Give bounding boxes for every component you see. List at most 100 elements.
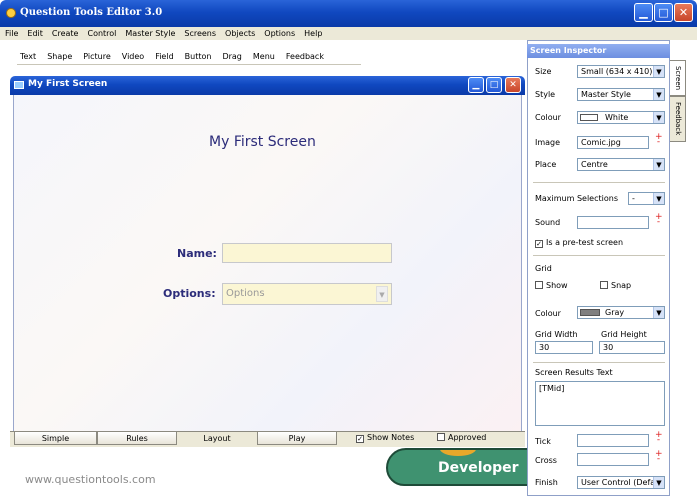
screen-heading[interactable]: My First Screen (209, 134, 316, 150)
grid-snap-checkbox[interactable]: Snap (600, 281, 631, 290)
inspector-title-bar: Screen Inspector (527, 44, 670, 58)
pretest-checkbox[interactable]: ✓ Is a pre-test screen (535, 238, 623, 248)
screen-canvas[interactable]: My First Screen Name: Options: Options ▼ (13, 95, 522, 431)
options-label[interactable]: Options: (163, 287, 216, 300)
chevron-down-icon: ▼ (653, 307, 664, 318)
grid-height-field[interactable]: 30 (599, 341, 665, 354)
cross-label: Cross (535, 456, 557, 465)
maximize-button[interactable]: □ (654, 3, 673, 22)
image-value: Comic.jpg (581, 138, 621, 147)
inspector-divider (533, 362, 665, 363)
screen-window-title: My First Screen (28, 79, 108, 89)
max-selections-value: - (632, 194, 635, 203)
place-label: Place (535, 160, 557, 169)
results-textarea[interactable]: [TMid] (535, 381, 665, 426)
tab-screen-label: Screen (674, 65, 682, 91)
toolbar-picture[interactable]: Picture (83, 52, 111, 61)
toolbar-video[interactable]: Video (122, 52, 144, 61)
image-field[interactable]: Comic.jpg (577, 136, 649, 149)
menu-objects[interactable]: Objects (225, 29, 255, 38)
screen-maximize-button[interactable]: □ (486, 77, 502, 93)
grid-show-checkbox[interactable]: Show (535, 281, 568, 290)
grid-show-label: Show (546, 281, 568, 290)
menu-screens[interactable]: Screens (184, 29, 216, 38)
image-label: Image (535, 138, 561, 147)
show-notes-checkbox[interactable]: ✓ Show Notes (356, 433, 414, 443)
approved-label: Approved (448, 433, 487, 442)
style-select[interactable]: Master Style ▼ (577, 88, 665, 101)
colour-value: White (605, 113, 629, 122)
sound-plus-icon[interactable]: + - (655, 213, 663, 227)
app-title-bar: Question Tools Editor 3.0 ▁ □ ✕ (0, 0, 697, 27)
place-select[interactable]: Centre ▼ (577, 158, 665, 171)
size-select[interactable]: Small (634 x 410) ▼ (577, 65, 665, 78)
image-plus-icon[interactable]: + - (655, 133, 663, 147)
toolbar-field[interactable]: Field (155, 52, 173, 61)
style-value: Master Style (581, 90, 631, 99)
tab-screen[interactable]: Screen (670, 60, 686, 96)
close-button[interactable]: ✕ (674, 3, 693, 22)
colour-select[interactable]: White ▼ (577, 111, 665, 124)
grid-colour-value: Gray (605, 308, 625, 317)
menu-create[interactable]: Create (52, 29, 79, 38)
check-icon: ✓ (356, 435, 364, 443)
toolbar-text[interactable]: Text (20, 52, 36, 61)
sound-field[interactable] (577, 216, 649, 229)
chevron-down-icon: ▼ (653, 193, 664, 204)
cross-plus-icon[interactable]: + - (655, 450, 663, 464)
screen-window-title-bar: My First Screen ▁ □ ✕ (10, 76, 525, 95)
menu-edit[interactable]: Edit (27, 29, 43, 38)
inspector-divider (533, 255, 665, 256)
tick-field[interactable] (577, 434, 649, 447)
chevron-down-icon: ▼ (653, 477, 664, 488)
approved-checkbox[interactable]: Approved (437, 433, 486, 442)
tab-feedback-label: Feedback (674, 102, 682, 136)
badge-accent (440, 450, 476, 456)
tab-layout[interactable]: Layout (177, 432, 257, 445)
check-icon: ✓ (535, 240, 543, 248)
tick-label: Tick (535, 437, 551, 446)
finish-label: Finish (535, 478, 558, 487)
toolbar-menu[interactable]: Menu (253, 52, 275, 61)
menu-help[interactable]: Help (304, 29, 322, 38)
menu-options[interactable]: Options (264, 29, 295, 38)
developer-badge-label: Developer (438, 460, 519, 476)
screen-minimize-button[interactable]: ▁ (468, 77, 484, 93)
chevron-down-icon: ▼ (653, 89, 664, 100)
options-select[interactable]: Options ▼ (222, 283, 392, 305)
minimize-button[interactable]: ▁ (634, 3, 653, 22)
chevron-down-icon: ▼ (653, 112, 664, 123)
inspector-title: Screen Inspector (530, 46, 607, 55)
pretest-label: Is a pre-test screen (546, 238, 624, 247)
max-selections-select[interactable]: - ▼ (628, 192, 665, 205)
menu-file[interactable]: File (5, 29, 18, 38)
tick-plus-icon[interactable]: + - (655, 431, 663, 445)
toolbar-separator (17, 64, 361, 65)
name-input[interactable] (222, 243, 392, 263)
menu-master-style[interactable]: Master Style (125, 29, 175, 38)
grid-colour-select[interactable]: Gray ▼ (577, 306, 665, 319)
inspector-divider (533, 182, 665, 183)
toolbar-shape[interactable]: Shape (47, 52, 72, 61)
options-select-value: Options (226, 288, 265, 299)
finish-select[interactable]: User Control (Defa ▼ (577, 476, 665, 489)
tab-rules[interactable]: Rules (97, 432, 177, 445)
tab-play[interactable]: Play (257, 432, 337, 445)
finish-value: User Control (Defa (581, 478, 656, 487)
name-label[interactable]: Name: (177, 247, 217, 260)
tab-feedback[interactable]: Feedback (670, 96, 686, 142)
colour-swatch (580, 114, 598, 121)
grid-colour-swatch (580, 309, 600, 316)
app-icon (6, 8, 16, 18)
cross-field[interactable] (577, 453, 649, 466)
colour-label: Colour (535, 113, 561, 122)
tab-simple[interactable]: Simple (14, 432, 97, 445)
toolbar-drag[interactable]: Drag (222, 52, 241, 61)
grid-width-label: Grid Width (535, 330, 578, 339)
grid-width-field[interactable]: 30 (535, 341, 593, 354)
toolbar-button[interactable]: Button (185, 52, 212, 61)
menu-control[interactable]: Control (87, 29, 116, 38)
chevron-down-icon: ▼ (653, 159, 664, 170)
screen-close-button[interactable]: ✕ (505, 77, 521, 93)
toolbar-feedback[interactable]: Feedback (286, 52, 324, 61)
